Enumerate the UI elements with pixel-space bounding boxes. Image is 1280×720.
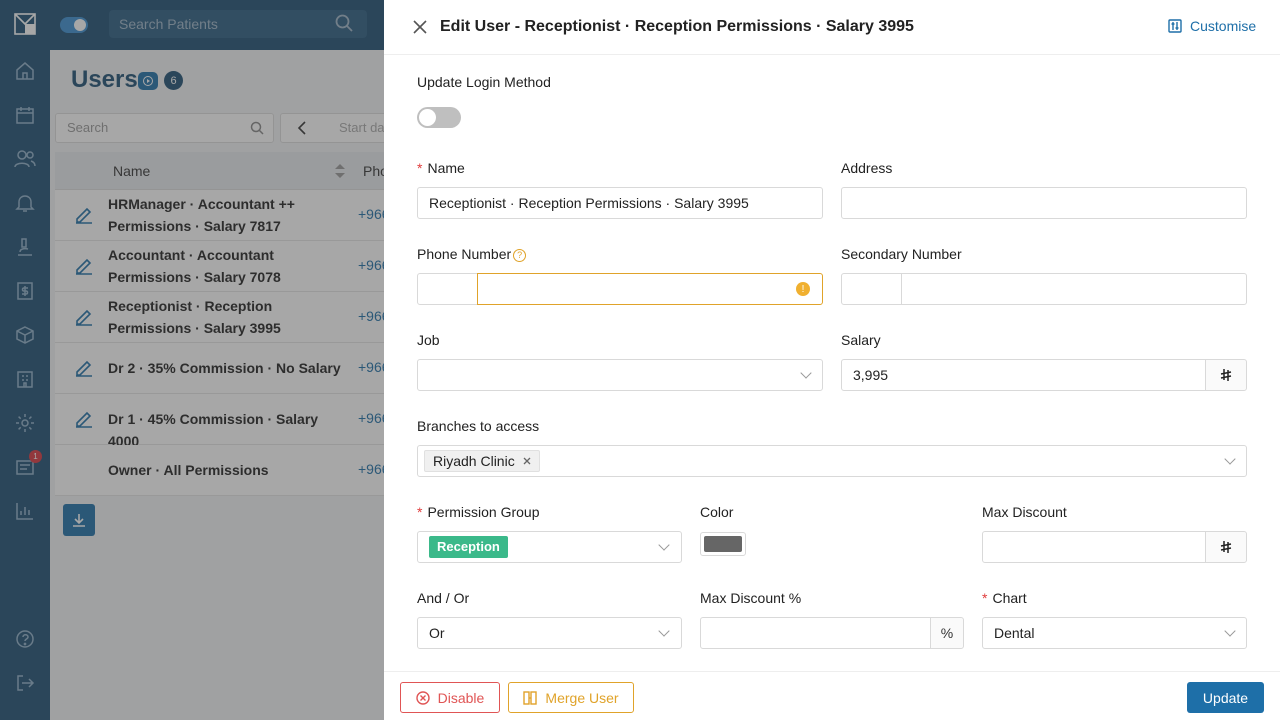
modal-backdrop[interactable] — [0, 0, 384, 720]
permission-label-text: Permission Group — [427, 504, 540, 520]
close-icon[interactable] — [412, 19, 428, 35]
branch-tag: Riyadh Clinic — [424, 450, 540, 472]
customise-label: Customise — [1190, 18, 1257, 34]
name-input[interactable]: Receptionist · Reception Permissions · S… — [417, 187, 823, 219]
phone-label-text: Phone Number — [417, 246, 512, 262]
percent-addon: % — [930, 617, 964, 649]
salary-label: Salary — [841, 332, 881, 348]
merge-user-button[interactable]: Merge User — [508, 682, 634, 713]
required-mark: * — [417, 160, 423, 176]
address-input[interactable] — [841, 187, 1247, 219]
login-method-label: Update Login Method — [417, 74, 551, 90]
required-mark: * — [417, 504, 423, 520]
update-button[interactable]: Update — [1187, 682, 1264, 713]
chart-select[interactable]: Dental — [982, 617, 1247, 649]
drawer-title: Edit User - Receptionist · Reception Per… — [440, 18, 914, 35]
secondary-country-code-select[interactable] — [841, 273, 902, 305]
app-root: 1 Search Patients Users 6 Search Start d… — [0, 0, 1280, 720]
help-icon[interactable]: ? — [513, 248, 527, 262]
max-discount-input[interactable] — [982, 531, 1206, 563]
salary-input[interactable]: 3,995 — [841, 359, 1206, 391]
job-select[interactable] — [417, 359, 823, 391]
permission-group-label: * Permission Group — [417, 504, 540, 520]
max-discount-label: Max Discount — [982, 504, 1067, 520]
color-label: Color — [700, 504, 734, 520]
color-swatch — [704, 536, 742, 552]
branches-label: Branches to access — [417, 418, 540, 434]
name-label: * Name — [417, 160, 465, 176]
and-or-label: And / Or — [417, 590, 470, 606]
secondary-number-input[interactable] — [901, 273, 1247, 305]
branch-tag-label: Riyadh Clinic — [433, 453, 515, 469]
disable-button[interactable]: Disable — [400, 682, 500, 713]
max-discount-pct-input[interactable] — [700, 617, 931, 649]
color-picker[interactable] — [700, 532, 746, 556]
secondary-number-label: Secondary Number — [841, 246, 962, 262]
permission-tag: Reception — [429, 536, 508, 558]
customise-button[interactable]: Customise — [1168, 18, 1256, 34]
phone-label: Phone Number? — [417, 246, 527, 262]
job-label: Job — [417, 332, 440, 348]
max-discount-pct-label: Max Discount % — [700, 590, 802, 606]
disable-icon — [415, 690, 430, 705]
phone-country-code-select[interactable] — [417, 273, 478, 305]
address-label: Address — [841, 160, 893, 176]
drawer-header: Edit User - Receptionist · Reception Per… — [384, 0, 1280, 55]
disable-label: Disable — [437, 689, 485, 706]
and-or-select[interactable]: Or — [417, 617, 682, 649]
warning-icon: ! — [796, 282, 810, 296]
currency-icon — [1205, 359, 1247, 391]
name-label-text: Name — [427, 160, 465, 176]
drawer-footer: Disable Merge User Update — [384, 671, 1280, 720]
phone-number-input[interactable] — [477, 273, 823, 305]
chart-label: * Chart — [982, 590, 1027, 606]
chart-label-text: Chart — [992, 590, 1027, 606]
required-mark: * — [982, 590, 988, 606]
login-method-toggle[interactable] — [417, 107, 461, 128]
edit-user-drawer: Edit User - Receptionist · Reception Per… — [384, 0, 1280, 720]
remove-tag-icon[interactable] — [523, 457, 531, 465]
currency-icon — [1205, 531, 1247, 563]
branches-select[interactable] — [417, 445, 1247, 477]
customise-icon — [1168, 19, 1182, 33]
merge-label: Merge User — [545, 689, 619, 706]
merge-icon — [523, 690, 538, 705]
